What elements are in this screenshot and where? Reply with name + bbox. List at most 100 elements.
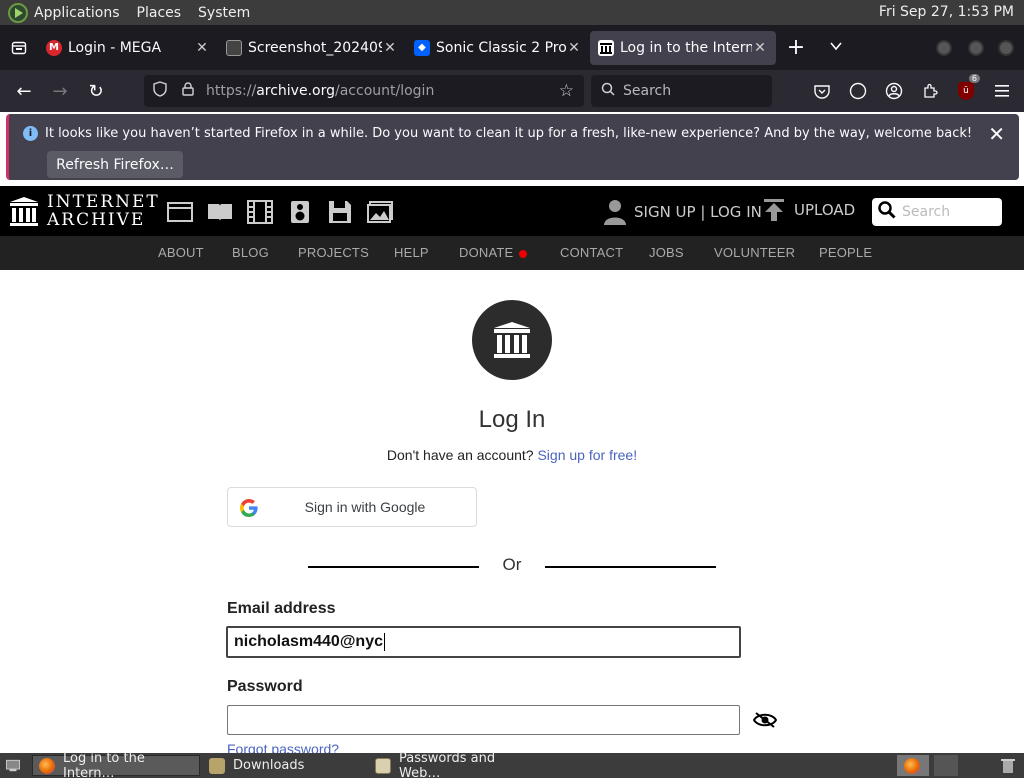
clock[interactable]: Fri Sep 27, 1:53 PM	[879, 4, 1014, 20]
nav-jobs[interactable]: JOBS	[649, 245, 684, 260]
trash-icon	[1001, 758, 1015, 773]
texts-icon[interactable]	[204, 199, 236, 225]
show-password-eye-icon[interactable]	[753, 711, 777, 729]
images-icon[interactable]	[364, 199, 396, 225]
applications-menu[interactable]: Applications	[34, 5, 120, 21]
places-menu[interactable]: Places	[137, 5, 182, 21]
internet-archive-wordmark[interactable]: INTERNET ARCHIVE	[47, 193, 160, 229]
ia-secondary-nav: ABOUT BLOG PROJECTS HELP DONATE CONTACT …	[0, 236, 1024, 270]
system-taskbar: Log in to the Intern… Downloads Password…	[0, 751, 1024, 778]
upload-link[interactable]: UPLOAD	[764, 199, 855, 221]
maximize-window-button[interactable]	[968, 40, 984, 56]
navigation-toolbar: ← → ↻ https://archive.org/account/login …	[0, 70, 1024, 112]
folder-icon	[209, 757, 225, 774]
tab-login-mega[interactable]: M Login - MEGA ✕	[38, 31, 218, 65]
circle-icon	[849, 82, 867, 100]
puzzle-icon	[924, 83, 938, 98]
password-field[interactable]	[227, 705, 740, 735]
ublock-origin-button[interactable]: ū 6	[948, 74, 984, 104]
close-tab-icon[interactable]: ✕	[382, 40, 398, 56]
list-all-tabs-button[interactable]	[816, 39, 856, 57]
pocket-button[interactable]	[804, 78, 840, 104]
tab-screenshot[interactable]: Screenshot_20240927 ✕	[218, 31, 406, 65]
nav-projects[interactable]: PROJECTS	[298, 245, 369, 260]
bookmark-star-icon[interactable]: ☆	[559, 81, 574, 101]
close-tab-icon[interactable]: ✕	[752, 40, 768, 56]
password-label: Password	[227, 678, 303, 695]
plus-icon: +	[786, 35, 806, 60]
signup-prompt: Don't have an account? Sign up for free!	[386, 447, 638, 463]
firefox-account-button[interactable]	[876, 78, 912, 104]
software-icon[interactable]	[324, 199, 356, 225]
firefox-icon	[904, 757, 920, 774]
account-icon	[885, 82, 903, 100]
signup-login-link[interactable]: SIGN UP | LOG IN	[604, 199, 762, 225]
tab-sonic-classic[interactable]: ◆ Sonic Classic 2 Prototy ✕	[406, 31, 590, 65]
upload-icon	[764, 199, 784, 221]
search-placeholder: Search	[623, 83, 672, 99]
workspace-3[interactable]	[962, 755, 990, 776]
ublock-badge: 6	[968, 74, 980, 83]
signup-link[interactable]: Sign up for free!	[537, 447, 637, 463]
site-search-input[interactable]: Search	[872, 198, 1002, 226]
nav-donate[interactable]: DONATE	[459, 245, 528, 260]
trash-button[interactable]	[994, 755, 1022, 776]
close-tab-icon[interactable]: ✕	[194, 40, 210, 56]
text-caret	[384, 633, 385, 651]
workspace-switcher[interactable]	[897, 755, 929, 776]
audio-icon[interactable]	[284, 199, 316, 225]
nav-people[interactable]: PEOPLE	[819, 245, 872, 260]
archive-icon	[598, 39, 614, 56]
url-text[interactable]: https://archive.org/account/login	[206, 83, 434, 99]
nav-help[interactable]: HELP	[394, 245, 429, 260]
google-signin-button[interactable]: Sign in with Google	[227, 487, 477, 527]
internet-archive-logo-icon[interactable]	[10, 197, 38, 227]
system-top-panel: Applications Places System Fri Sep 27, 1…	[0, 0, 1024, 25]
show-desktop-button[interactable]	[2, 755, 24, 776]
shield-icon[interactable]	[146, 81, 174, 101]
minimize-window-button[interactable]	[936, 40, 952, 56]
taskbar-item-downloads[interactable]: Downloads	[202, 755, 362, 776]
lock-icon[interactable]	[174, 82, 202, 100]
firefox-view-button[interactable]	[0, 25, 38, 70]
taskbar-item-passwords[interactable]: Passwords and Web…	[368, 751, 536, 778]
archive-building-icon	[472, 300, 552, 380]
ublock-icon: ū	[958, 82, 974, 100]
nav-blog[interactable]: BLOG	[232, 245, 269, 260]
forward-button[interactable]: →	[42, 75, 78, 107]
video-icon[interactable]	[244, 199, 276, 225]
donate-heart-icon	[519, 249, 528, 258]
nav-volunteer[interactable]: VOLUNTEER	[714, 245, 795, 260]
email-field[interactable]: nicholasm440@nyc	[226, 626, 741, 658]
new-tab-button[interactable]: +	[776, 35, 816, 60]
divider-line-right	[545, 566, 716, 568]
url-bar[interactable]: https://archive.org/account/login ☆	[144, 75, 584, 107]
account-circle-button[interactable]	[840, 78, 876, 104]
tab-internet-archive-login[interactable]: Log in to the Internet A ✕	[590, 30, 776, 65]
media-type-icons	[164, 199, 404, 225]
refresh-firefox-button[interactable]: Refresh Firefox…	[47, 151, 183, 178]
taskbar-item-firefox[interactable]: Log in to the Intern…	[32, 751, 200, 778]
workspace-2[interactable]	[934, 755, 958, 776]
close-tab-icon[interactable]: ✕	[566, 40, 582, 56]
firefox-icon	[39, 757, 55, 774]
login-page: Log In Don't have an account? Sign up fo…	[0, 270, 1024, 757]
reload-button[interactable]: ↻	[78, 75, 114, 107]
text-editor-icon	[375, 757, 391, 774]
extensions-button[interactable]	[912, 78, 948, 104]
browser-search-bar[interactable]: Search	[591, 75, 772, 107]
page-title: Log In	[478, 406, 546, 433]
system-menu[interactable]: System	[198, 5, 250, 21]
distro-logo-icon[interactable]	[8, 2, 28, 23]
or-divider: Or	[308, 555, 716, 577]
back-button[interactable]: ←	[6, 75, 42, 107]
nav-contact[interactable]: CONTACT	[560, 245, 623, 260]
close-notification-icon[interactable]: ✕	[988, 122, 1005, 146]
close-window-button[interactable]	[998, 40, 1014, 56]
search-icon	[878, 201, 896, 223]
notification-message: It looks like you haven’t started Firefo…	[45, 126, 973, 141]
web-icon[interactable]	[164, 199, 196, 225]
app-menu-button[interactable]	[984, 78, 1020, 104]
arrow-left-icon: ←	[16, 80, 32, 102]
nav-about[interactable]: ABOUT	[158, 245, 204, 260]
